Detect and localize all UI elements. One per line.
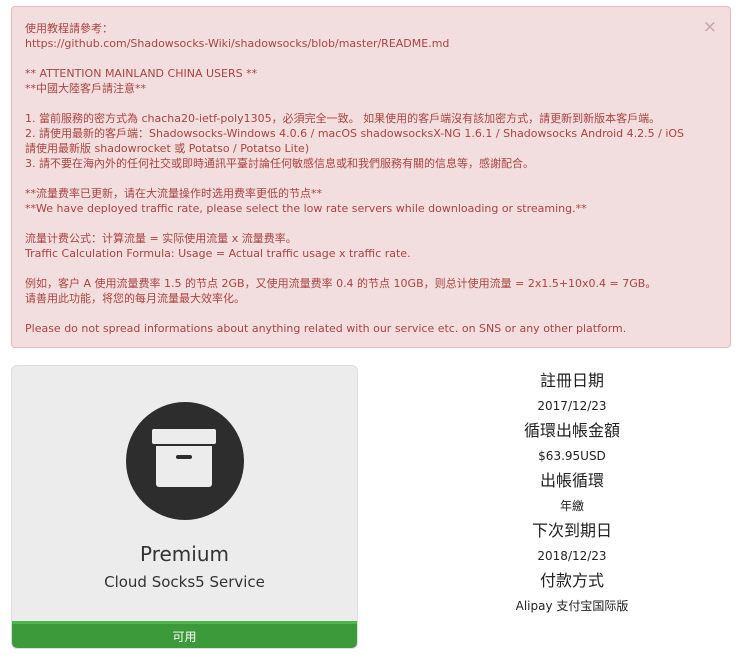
alert-line: **流量费率已更新，请在大流量操作时选用费率更低的节点** bbox=[25, 187, 322, 200]
close-icon[interactable]: × bbox=[703, 19, 717, 36]
archive-box-icon bbox=[126, 402, 244, 520]
registration-date-value: 2017/12/23 bbox=[537, 399, 607, 413]
alert-link[interactable]: https://github.com/Shadowsocks-Wiki/shad… bbox=[25, 36, 690, 51]
service-details: 註冊日期 2017/12/23 循環出帳金額 $63.95USD 出帳循環 年繳… bbox=[472, 369, 672, 619]
product-card: Premium Cloud Socks5 Service 可用 bbox=[11, 365, 358, 649]
alert-item: 2. 請使用最新的客戶端：Shadowsocks-Windows 4.0.6 /… bbox=[25, 127, 685, 155]
alert-line: 使用教程請參考： bbox=[25, 22, 113, 35]
alert-item: 1. 當前服務的密方式為 chacha20-ietf-poly1305，必須完全… bbox=[25, 112, 661, 125]
alert-item: 3. 請不要在海內外的任何社交或即時通訊平臺討論任何敏感信息或和我們服務有關的信… bbox=[25, 157, 534, 170]
alert-line: **We have deployed traffic rate, please … bbox=[25, 202, 587, 215]
announcement-alert: × 使用教程請參考： https://github.com/Shadowsock… bbox=[11, 6, 731, 348]
billing-cycle-label: 出帳循環 bbox=[539, 471, 604, 490]
payment-method-value: Alipay 支付宝国际版 bbox=[515, 599, 629, 613]
alert-footer: Please do not spread informations about … bbox=[25, 322, 627, 335]
registration-date-label: 註冊日期 bbox=[539, 371, 604, 390]
product-name: Premium bbox=[140, 542, 229, 566]
next-due-date-label: 下次到期日 bbox=[531, 521, 612, 540]
product-subtitle: Cloud Socks5 Service bbox=[104, 573, 265, 591]
alert-line: Traffic Calculation Formula: Usage = Act… bbox=[25, 247, 411, 260]
next-due-date-value: 2018/12/23 bbox=[537, 549, 607, 563]
recurring-amount-value: $63.95USD bbox=[538, 449, 606, 463]
alert-line: 请善用此功能，将您的每月流量最大效率化。 bbox=[25, 292, 245, 305]
billing-cycle-value: 年繳 bbox=[559, 499, 584, 513]
status-badge: 可用 bbox=[12, 621, 357, 648]
alert-line: 例如，客户 A 使用流量费率 1.5 的节点 2GB，又使用流量费率 0.4 的… bbox=[25, 277, 657, 290]
payment-method-label: 付款方式 bbox=[539, 571, 604, 590]
alert-line: **中國大陸客戶請注意** bbox=[25, 82, 146, 95]
recurring-amount-label: 循環出帳金額 bbox=[523, 421, 620, 440]
alert-line: ** ATTENTION MAINLAND CHINA USERS ** bbox=[25, 67, 258, 80]
alert-line: 流量计费公式：计算流量 = 实际使用流量 x 流量费率。 bbox=[25, 232, 297, 245]
